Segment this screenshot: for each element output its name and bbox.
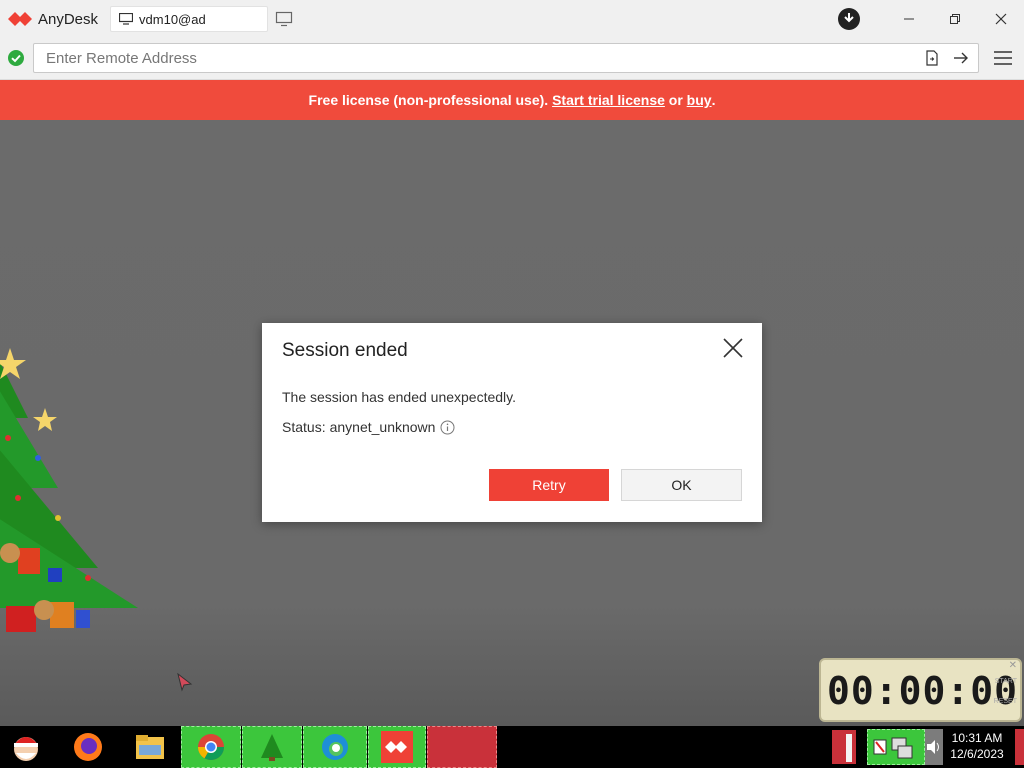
taskbar: 10:31 AM 12/6/2023	[0, 726, 1024, 768]
retry-button[interactable]: Retry	[489, 469, 609, 501]
anydesk-taskbar-icon	[381, 731, 413, 763]
connect-arrow-icon[interactable]	[952, 50, 970, 66]
taskbar-edge[interactable]	[303, 726, 367, 768]
taskbar-empty-slot[interactable]	[427, 726, 497, 768]
license-or-text: or	[664, 92, 687, 108]
dialog-message: The session has ended unexpectedly.	[282, 389, 517, 405]
network-volume-icon	[873, 737, 913, 759]
tray-indicator	[832, 730, 856, 764]
license-text: Free license (non-professional use).	[308, 92, 549, 108]
buy-link[interactable]: buy	[687, 92, 712, 108]
taskbar-firefox[interactable]	[66, 726, 110, 768]
dialog-title: Session ended	[282, 340, 408, 361]
menu-icon[interactable]	[994, 50, 1012, 66]
christmas-tree-app-icon	[261, 734, 283, 761]
minimize-icon	[904, 18, 914, 20]
license-period: .	[711, 92, 716, 108]
remote-cursor-icon	[177, 672, 193, 692]
minimize-button[interactable]	[886, 0, 932, 38]
brand: AnyDesk	[0, 0, 110, 38]
volume-tray[interactable]	[925, 729, 943, 765]
monitor-icon	[119, 13, 134, 25]
taskbar-chrome[interactable]	[181, 726, 241, 768]
app-name: AnyDesk	[38, 10, 99, 28]
restore-icon	[950, 14, 960, 24]
window-controls	[838, 0, 1024, 38]
timer-reset-button[interactable]: RESET	[994, 698, 1017, 705]
new-session-icon[interactable]	[274, 10, 294, 28]
folder-icon	[136, 735, 164, 759]
dialog-close-icon[interactable]	[722, 337, 744, 359]
start-trial-link[interactable]: Start trial license	[552, 92, 665, 108]
edge-icon	[322, 734, 348, 760]
file-transfer-icon[interactable]	[924, 50, 940, 66]
taskbar-clock[interactable]: 10:31 AM 12/6/2023	[946, 730, 1008, 762]
title-bar: AnyDesk vdm10@ad	[0, 0, 1024, 38]
christmas-tree-icon	[0, 348, 138, 632]
ok-button[interactable]: OK	[621, 469, 742, 501]
system-tray-icons[interactable]	[867, 729, 925, 765]
timer-display: 00:00:00	[827, 669, 1019, 713]
taskbar-anydesk[interactable]	[368, 726, 426, 768]
start-button[interactable]	[0, 726, 52, 768]
session-tab[interactable]: vdm10@ad	[110, 6, 269, 32]
session-tab-label: vdm10@ad	[139, 11, 206, 27]
taskbar-file-explorer[interactable]	[128, 726, 172, 768]
timer-close-button[interactable]: ✕	[1009, 660, 1017, 671]
timer-start-button[interactable]: START	[995, 678, 1017, 685]
chrome-icon	[197, 734, 225, 761]
anydesk-logo-icon	[8, 12, 32, 26]
speaker-icon	[927, 740, 939, 754]
close-window-button[interactable]	[978, 0, 1024, 38]
timer-widget: 00:00:00 ✕ START RESET	[819, 658, 1022, 722]
status-label: Status:	[282, 419, 326, 435]
license-banner: Free license (non-professional use). Sta…	[0, 80, 1024, 120]
restore-button[interactable]	[932, 0, 978, 38]
dialog-status: Status: anynet_unknown	[282, 419, 455, 435]
santa-icon	[14, 737, 38, 761]
close-icon	[995, 13, 1007, 25]
address-bar	[0, 38, 1024, 80]
remote-address-input[interactable]	[46, 44, 906, 72]
tray-scroll	[846, 734, 852, 762]
firefox-icon	[74, 733, 102, 761]
address-field	[33, 43, 979, 73]
taskbar-tree-app[interactable]	[242, 726, 302, 768]
clock-time: 10:31 AM	[951, 731, 1003, 745]
connection-ok-icon	[8, 50, 24, 66]
info-icon[interactable]	[440, 420, 455, 435]
show-desktop-button[interactable]	[1015, 729, 1024, 765]
status-value: anynet_unknown	[329, 419, 436, 435]
download-icon[interactable]	[838, 8, 860, 30]
clock-date: 12/6/2023	[950, 747, 1004, 761]
session-ended-dialog: Session ended The session has ended unex…	[262, 323, 762, 522]
